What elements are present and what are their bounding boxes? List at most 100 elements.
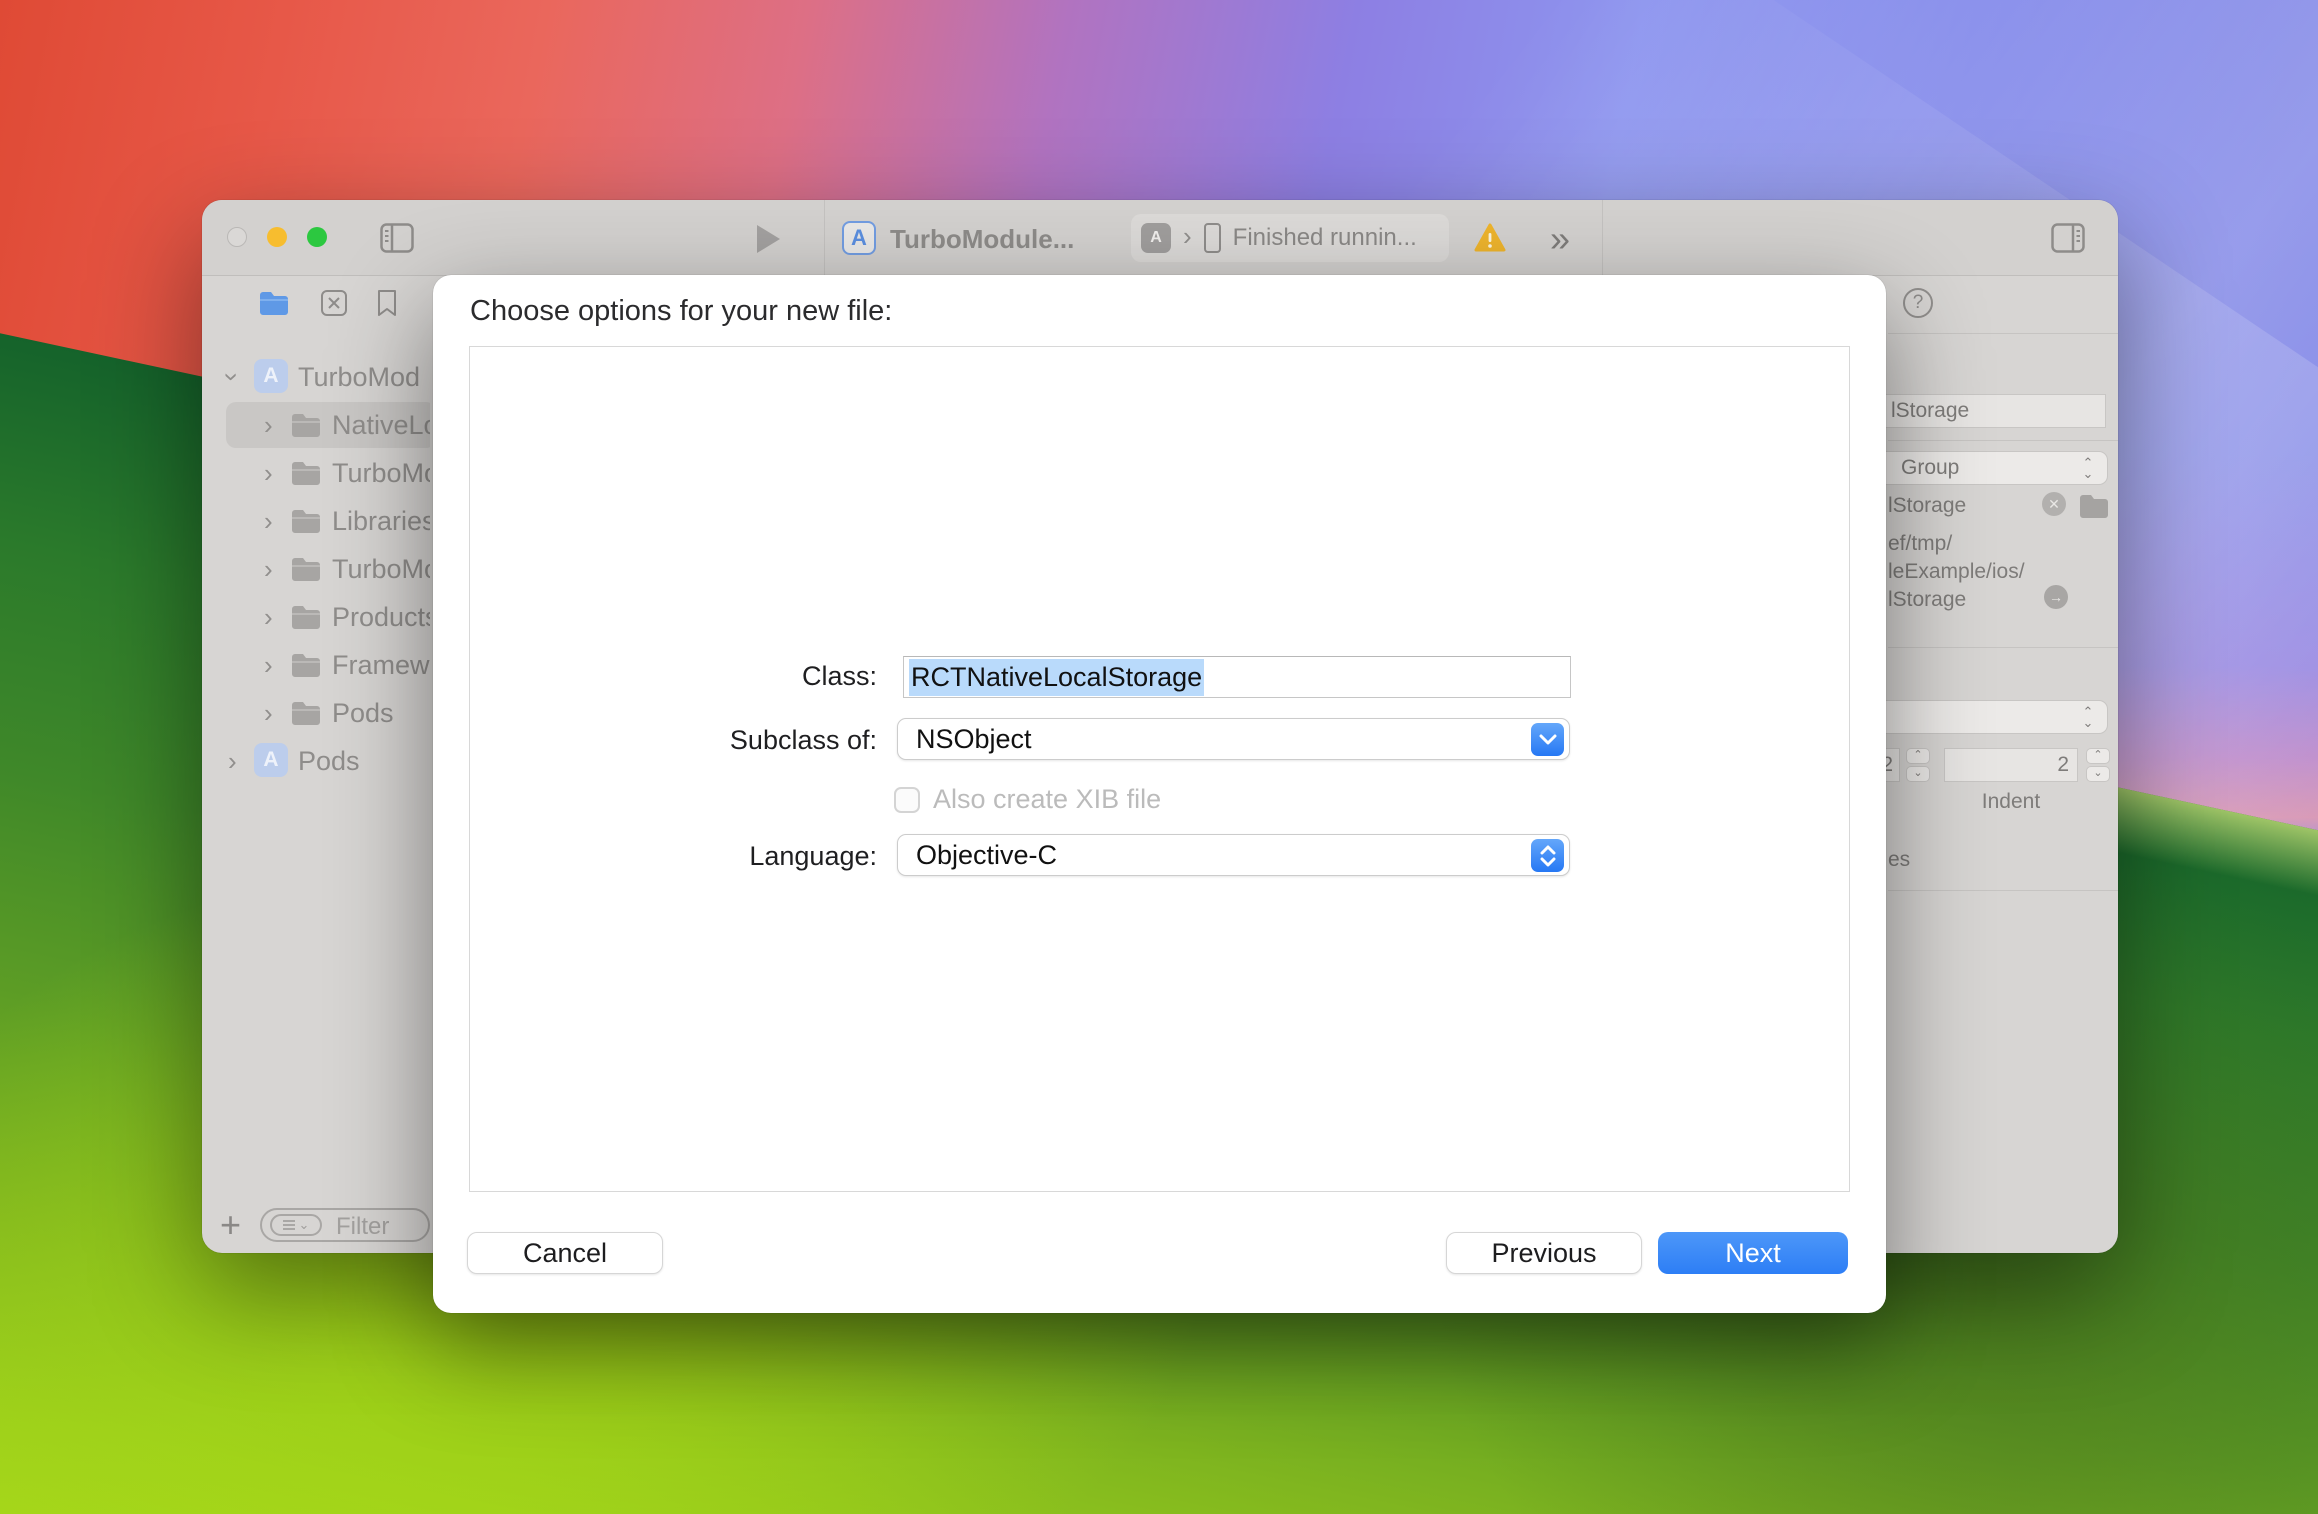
next-button[interactable]: Next xyxy=(1658,1232,1848,1274)
disclosure-chevron-icon[interactable]: › xyxy=(264,412,273,438)
language-label: Language: xyxy=(433,841,877,872)
text-settings-popup[interactable] xyxy=(1852,700,2108,734)
project-icon-glyph: A xyxy=(851,225,867,251)
tree-row-label: Pods xyxy=(332,698,394,729)
tree-row[interactable]: › Framewo xyxy=(202,641,430,689)
toolbar-divider xyxy=(824,200,825,276)
disclosure-chevron-icon[interactable]: › xyxy=(264,508,273,534)
toggle-left-sidebar-icon[interactable] xyxy=(379,222,415,254)
navigator-tab-x-icon[interactable] xyxy=(318,288,350,318)
tree-row-project[interactable]: › A TurboMod xyxy=(202,353,430,401)
project-navigator-tree: › A TurboMod › NativeLo › xyxy=(202,353,430,793)
tree-row-label: Libraries xyxy=(332,506,430,537)
tree-row-label: TurboMod xyxy=(298,362,420,393)
tree-row[interactable]: › TurboMo xyxy=(202,545,430,593)
full-path-line: leExample/ios/ xyxy=(1888,560,2025,584)
project-file-icon: A xyxy=(254,743,288,777)
inspector-name-field[interactable]: lStorage xyxy=(1852,394,2106,428)
project-file-icon-glyph: A xyxy=(263,748,278,772)
combobox-chevron-button[interactable] xyxy=(1531,723,1564,756)
tree-row[interactable]: › Pods xyxy=(202,689,430,737)
help-icon[interactable]: ? xyxy=(1903,288,1933,318)
folder-icon xyxy=(290,604,322,630)
app-badge-glyph: A xyxy=(1150,229,1162,247)
disclosure-chevron-icon[interactable]: › xyxy=(264,604,273,630)
inspector-divider xyxy=(1888,647,2118,648)
subclass-label: Subclass of: xyxy=(433,725,877,756)
run-button[interactable] xyxy=(757,225,780,253)
choose-folder-icon[interactable] xyxy=(2078,493,2110,519)
language-popup[interactable]: Objective-C xyxy=(897,834,1570,876)
language-value: Objective-C xyxy=(916,840,1057,871)
tree-row[interactable]: › Products xyxy=(202,593,430,641)
previous-button[interactable]: Previous xyxy=(1446,1232,1642,1274)
dialog-content-panel xyxy=(469,346,1850,1192)
location-popup[interactable]: Group xyxy=(1852,451,2108,485)
inspector-divider xyxy=(1888,333,2118,334)
tree-row[interactable]: › TurboMo xyxy=(202,449,430,497)
cancel-button[interactable]: Cancel xyxy=(467,1232,663,1274)
filter-chevron-icon: ⌄ xyxy=(299,1217,310,1233)
tab-width-stepper[interactable]: ⌃⌄ xyxy=(1906,748,1930,782)
project-file-icon: A xyxy=(254,359,288,393)
disclosure-chevron-icon[interactable]: › xyxy=(219,373,245,382)
class-input[interactable]: RCTNativeLocalStorage xyxy=(903,656,1571,698)
location-file-name: lStorage xyxy=(1888,494,1966,518)
subclass-combobox[interactable]: NSObject xyxy=(897,718,1570,760)
build-status-text: Finished runnin... xyxy=(1233,224,1417,252)
overflow-chevrons-icon[interactable]: » xyxy=(1550,218,1570,260)
subclass-value: NSObject xyxy=(916,724,1032,755)
close-button[interactable] xyxy=(227,227,247,247)
disclosure-chevron-icon[interactable]: › xyxy=(264,460,273,486)
disclosure-chevron-icon[interactable]: › xyxy=(264,652,273,678)
navigator-tab-bar xyxy=(202,286,430,324)
xib-checkbox[interactable] xyxy=(894,787,920,813)
tree-row-label: Pods xyxy=(298,746,360,777)
selected-text: RCTNativeLocalStorage xyxy=(909,659,1204,696)
filter-field[interactable]: ⌄ Filter xyxy=(260,1208,430,1242)
inspector-name-value: lStorage xyxy=(1891,399,1969,423)
tree-row-selected[interactable]: › NativeLo xyxy=(202,401,430,449)
zoom-button[interactable] xyxy=(307,227,327,247)
toggle-right-sidebar-icon[interactable] xyxy=(2050,222,2086,254)
indent-label: Indent xyxy=(1944,790,2078,814)
chevrons-updown-icon xyxy=(1540,845,1556,867)
desktop: A TurboModule... A › Finished runnin... … xyxy=(0,0,2318,1514)
chevron-right-icon: › xyxy=(1183,223,1192,249)
folder-icon xyxy=(290,700,322,726)
indent-width-field[interactable]: 2 xyxy=(1944,748,2078,782)
filter-placeholder: Filter xyxy=(336,1213,389,1241)
navigator-tab-bookmark-icon[interactable] xyxy=(374,288,400,318)
disclosure-chevron-icon[interactable]: › xyxy=(264,700,273,726)
indent-width-stepper[interactable]: ⌃⌄ xyxy=(2086,748,2110,782)
warning-icon[interactable] xyxy=(1474,223,1506,258)
tree-row-label: Products xyxy=(332,602,430,633)
project-navigator-tab-folder-icon[interactable] xyxy=(256,288,292,318)
help-glyph: ? xyxy=(1913,292,1924,314)
dialog-title: Choose options for your new file: xyxy=(470,295,892,328)
activity-view[interactable]: A › Finished runnin... xyxy=(1131,214,1449,262)
folder-icon xyxy=(290,652,322,678)
project-file-icon-glyph: A xyxy=(263,364,278,388)
disclosure-chevron-icon[interactable]: › xyxy=(264,556,273,582)
add-button[interactable]: + xyxy=(220,1204,241,1246)
popup-updown-icon: ⌃⌄ xyxy=(2080,706,2096,728)
minimize-button[interactable] xyxy=(267,227,287,247)
navigator-filter-bar: + ⌄ Filter xyxy=(202,1206,430,1246)
project-title[interactable]: TurboModule... xyxy=(890,224,1074,255)
filter-icon[interactable]: ⌄ xyxy=(270,1214,322,1236)
clear-location-icon[interactable]: ✕ xyxy=(2042,492,2066,516)
open-path-arrow-icon[interactable]: → xyxy=(2044,585,2068,609)
toolbar: A TurboModule... A › Finished runnin... … xyxy=(202,200,2118,276)
class-label: Class: xyxy=(433,661,877,692)
iphone-device-icon xyxy=(1204,223,1221,253)
popup-updown-button[interactable] xyxy=(1531,839,1564,872)
tree-row[interactable]: › Libraries xyxy=(202,497,430,545)
filter-lines-icon xyxy=(283,1220,295,1230)
xcode-project-icon[interactable]: A xyxy=(842,221,876,255)
inspector-divider xyxy=(1888,890,2118,891)
tree-row-pods-project[interactable]: › A Pods xyxy=(202,737,430,785)
tree-row-label: NativeLo xyxy=(332,410,430,441)
toolbar-divider xyxy=(1602,200,1603,276)
disclosure-chevron-icon[interactable]: › xyxy=(228,748,237,774)
